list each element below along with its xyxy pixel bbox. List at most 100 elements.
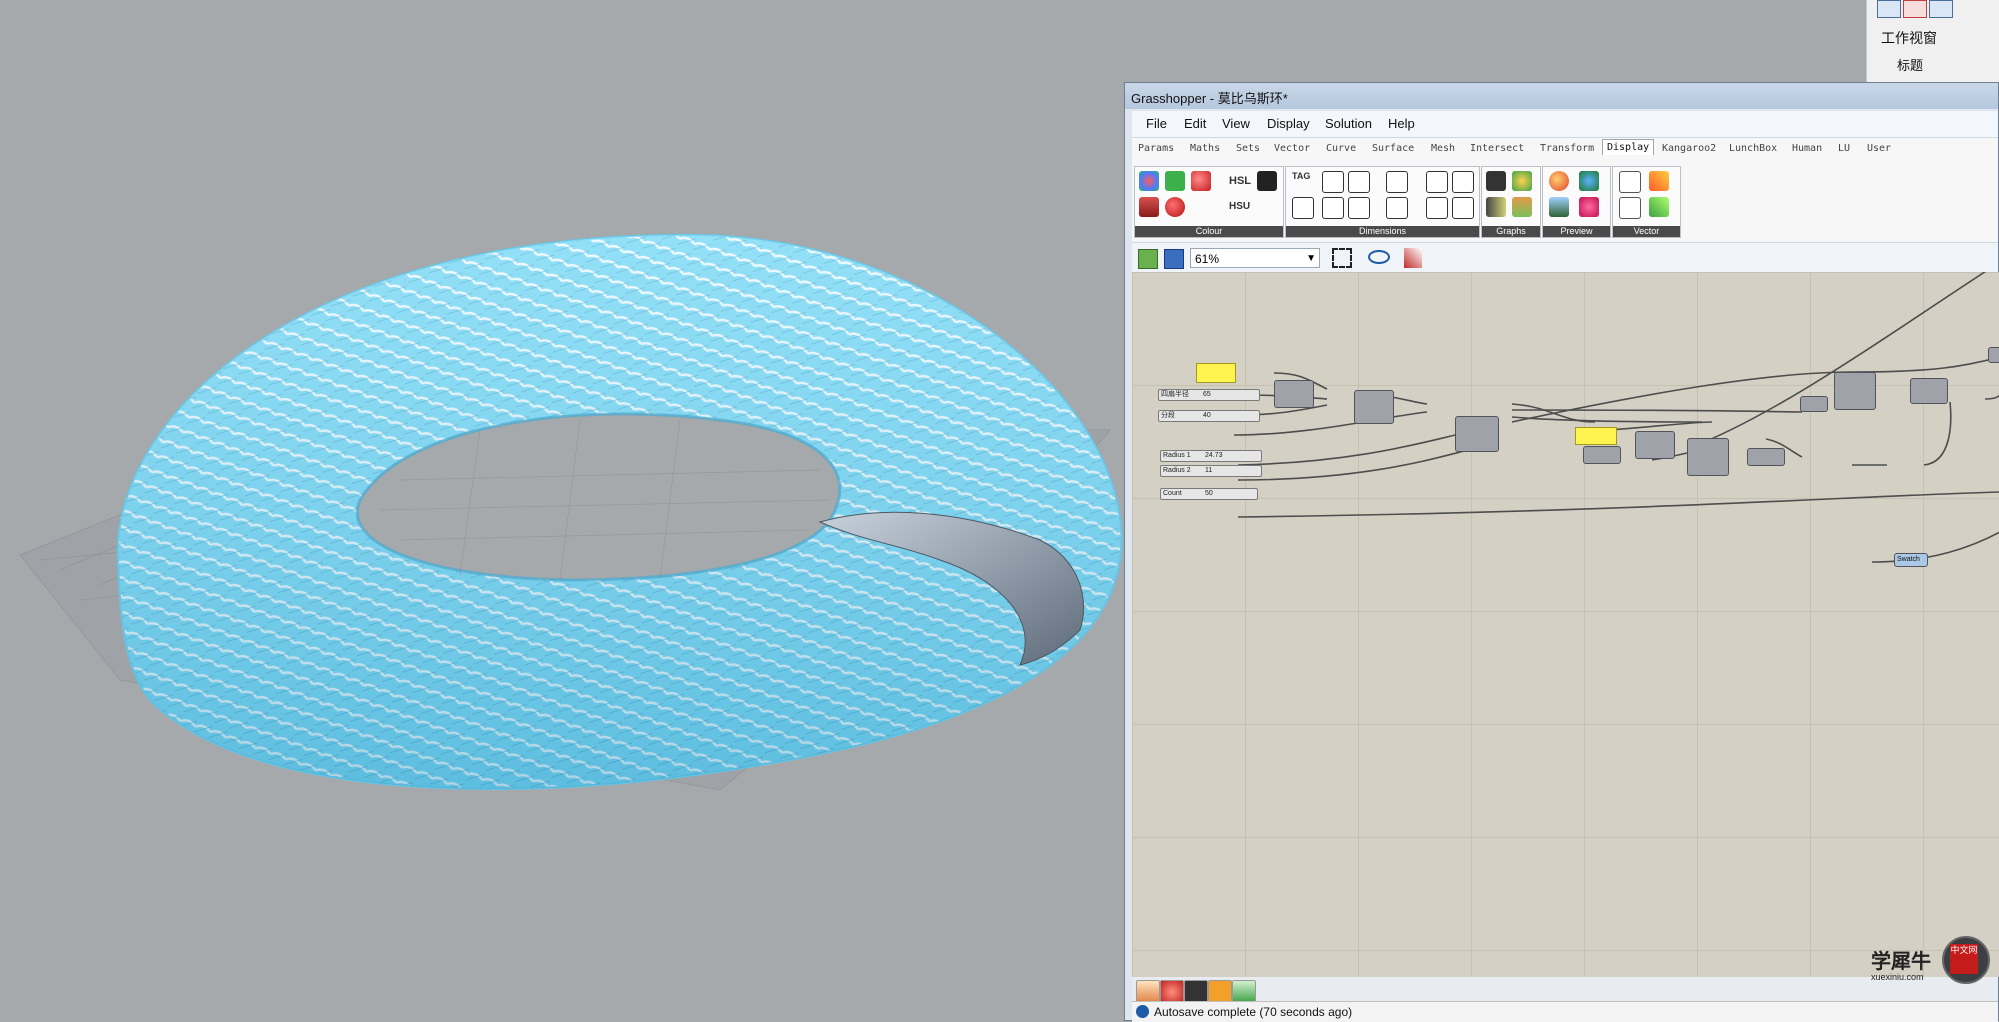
vector-display-icon[interactable]	[1649, 171, 1669, 191]
tab-lu[interactable]: LU	[1838, 143, 1850, 154]
gh-ribbon: HSL HSU Colour TAG Dimensions Graphs Pre…	[1132, 160, 1998, 242]
zoom-extents-icon[interactable]	[1332, 248, 1352, 268]
graph-mapper-icon[interactable]	[1486, 171, 1506, 191]
radial-dimension-icon[interactable]	[1452, 171, 1474, 193]
gh-component-node[interactable]	[1354, 390, 1394, 424]
tab-kangaroo2[interactable]: Kangaroo2	[1662, 143, 1716, 154]
gh-component-node[interactable]	[1747, 448, 1785, 466]
menu-help[interactable]: Help	[1388, 116, 1415, 131]
yellow-panel-1[interactable]	[1196, 363, 1236, 383]
colour-rgb-icon[interactable]	[1139, 197, 1159, 217]
ribbon-group-vector: Vector	[1612, 166, 1681, 238]
ribbon-group-preview: Preview	[1542, 166, 1611, 238]
legend-icon[interactable]	[1512, 197, 1532, 217]
colour-cmyk-icon[interactable]	[1165, 197, 1185, 217]
serial-dimension-icon[interactable]	[1426, 171, 1448, 193]
swatch-node[interactable]: Swatch	[1894, 553, 1928, 567]
preview-eye-icon[interactable]	[1368, 250, 1390, 264]
hsl-label[interactable]: HSL	[1229, 175, 1251, 187]
tab-sets[interactable]: Sets	[1236, 143, 1260, 154]
menu-view[interactable]: View	[1222, 116, 1250, 131]
gh-menu-bar: File Edit View Display Solution Help	[1132, 111, 1998, 138]
arc-dimension-icon[interactable]	[1348, 197, 1370, 219]
title-label[interactable]: 标题	[1897, 55, 1923, 74]
gh-component-node[interactable]	[1687, 438, 1729, 476]
tag-label[interactable]: TAG	[1292, 171, 1310, 181]
hsu-label[interactable]: HSU	[1229, 201, 1250, 212]
gh-title-bar[interactable]: Grasshopper - 莫比乌斯环*	[1125, 83, 1998, 109]
rectangle-icon[interactable]	[1903, 0, 1927, 18]
vector-display-ex-icon[interactable]	[1649, 197, 1669, 217]
sketch-brush-icon[interactable]	[1404, 248, 1422, 268]
colour-swatch-icon[interactable]	[1165, 171, 1185, 191]
workview-label[interactable]: 工作视窗	[1881, 28, 1937, 48]
menu-file[interactable]: File	[1146, 116, 1167, 131]
aligned-dimension-icon[interactable]	[1348, 171, 1370, 193]
menu-edit[interactable]: Edit	[1184, 116, 1206, 131]
watermark-url: xuexiniu.com	[1871, 972, 1924, 982]
menu-solution[interactable]: Solution	[1325, 116, 1372, 131]
angle-dimension-icon[interactable]	[1322, 171, 1344, 193]
slider-label: Radius 2	[1163, 467, 1191, 474]
gh-canvas[interactable]: 四扇半径 65 分段 40 Radius 1 24.73 Radius 2 11…	[1132, 272, 1999, 977]
tab-surface[interactable]: Surface	[1372, 143, 1414, 154]
menu-display[interactable]: Display	[1267, 116, 1310, 131]
gradient-icon[interactable]	[1257, 171, 1277, 191]
save-file-icon[interactable]	[1164, 249, 1184, 269]
slider-radius-1[interactable]: Radius 1 24.73	[1160, 450, 1262, 462]
group-label-dimensions: Dimensions	[1286, 226, 1479, 237]
gh-component-node[interactable]	[1910, 378, 1948, 404]
gh-component-node[interactable]	[1274, 380, 1314, 408]
point-list-icon[interactable]	[1619, 171, 1641, 193]
pie-graph-icon[interactable]	[1512, 171, 1532, 191]
slider-value: 24.73	[1205, 452, 1223, 459]
gh-bottom-bar	[1132, 977, 1998, 1004]
colour-wheel-icon[interactable]	[1139, 171, 1159, 191]
tab-mesh[interactable]: Mesh	[1431, 143, 1455, 154]
gh-component-node[interactable]	[1988, 347, 1999, 363]
tab-transform[interactable]: Transform	[1540, 143, 1594, 154]
slider-value: 65	[1203, 391, 1211, 398]
tab-vector[interactable]: Vector	[1274, 143, 1310, 154]
linear-dimension-icon[interactable]	[1386, 171, 1408, 193]
dot-display-icon[interactable]	[1579, 171, 1599, 191]
tab-maths[interactable]: Maths	[1190, 143, 1220, 154]
group-label-graphs: Graphs	[1482, 226, 1540, 237]
zoom-select[interactable]: 61% ▼	[1190, 248, 1320, 268]
marker-dimension-icon[interactable]	[1386, 197, 1408, 219]
gh-component-node[interactable]	[1800, 396, 1828, 412]
slider-radius-outer[interactable]: 四扇半径 65	[1158, 389, 1260, 401]
gh-component-node[interactable]	[1635, 431, 1675, 459]
camera-icon[interactable]	[1877, 0, 1901, 18]
gh-component-node[interactable]	[1455, 416, 1499, 452]
ordinate-dimension-icon[interactable]	[1426, 197, 1448, 219]
tab-user[interactable]: User	[1867, 143, 1891, 154]
tab-params[interactable]: Params	[1138, 143, 1174, 154]
symbol-display-icon[interactable]	[1579, 197, 1599, 217]
gh-status-bar: Autosave complete (70 seconds ago)	[1132, 1001, 1998, 1022]
tab-curve[interactable]: Curve	[1326, 143, 1356, 154]
point-order-icon[interactable]	[1619, 197, 1641, 219]
tab-intersect[interactable]: Intersect	[1470, 143, 1524, 154]
create-material-icon[interactable]	[1549, 197, 1569, 217]
tab-lunchbox[interactable]: LunchBox	[1729, 143, 1777, 154]
slider-count[interactable]: Count 50	[1160, 488, 1258, 500]
custom-preview-icon[interactable]	[1549, 171, 1569, 191]
ribbon-group-dimensions: TAG Dimensions	[1285, 166, 1480, 238]
bar-graph-icon[interactable]	[1486, 197, 1506, 217]
status-text: Autosave complete (70 seconds ago)	[1154, 1005, 1353, 1019]
tab-human[interactable]: Human	[1792, 143, 1822, 154]
open-file-icon[interactable]	[1138, 249, 1158, 269]
info-icon	[1136, 1005, 1149, 1018]
yellow-panel-2[interactable]	[1575, 427, 1617, 445]
gh-component-node[interactable]	[1834, 372, 1876, 410]
text-tag-icon[interactable]	[1292, 197, 1314, 219]
line-dimension-icon[interactable]	[1322, 197, 1344, 219]
slider-divisions[interactable]: 分段 40	[1158, 410, 1260, 422]
colour-sphere-icon[interactable]	[1191, 171, 1211, 191]
tab-display[interactable]: Display	[1602, 139, 1655, 155]
gh-component-node[interactable]	[1583, 446, 1621, 464]
object-properties-icon[interactable]	[1929, 0, 1953, 18]
circular-dimension-icon[interactable]	[1452, 197, 1474, 219]
slider-radius-2[interactable]: Radius 2 11	[1160, 465, 1262, 477]
